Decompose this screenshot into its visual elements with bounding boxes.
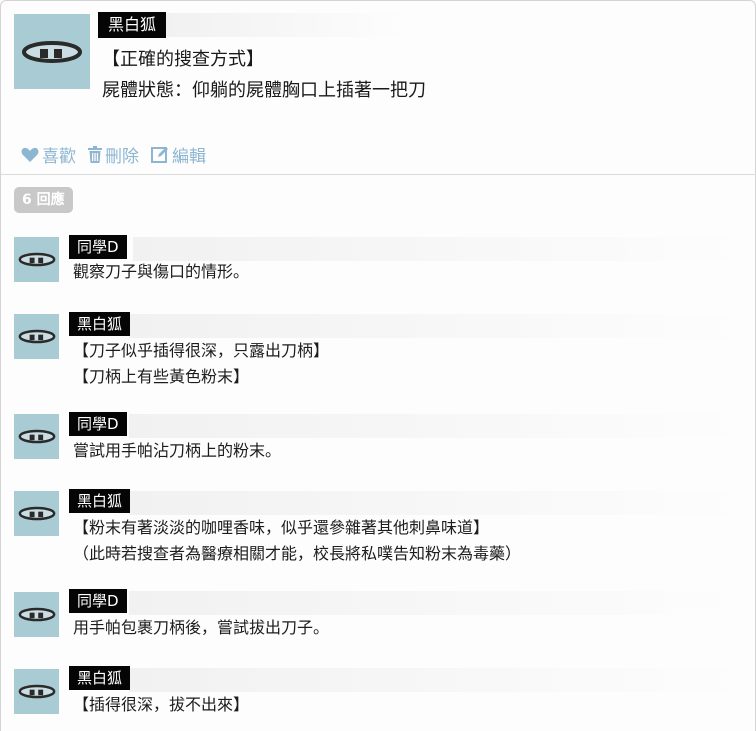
like-label: 喜歡 <box>42 147 76 167</box>
reply-author-name[interactable]: 同學D <box>69 235 127 259</box>
edit-icon <box>151 147 168 163</box>
reply-author-fade <box>133 237 747 261</box>
eye-face-icon <box>18 252 55 267</box>
like-button[interactable]: 喜歡 <box>21 142 76 167</box>
reply-author-fade <box>129 668 747 692</box>
reply-line: 嘗試用手帕沾刀柄上的粉末。 <box>73 441 282 460</box>
reply-author-name[interactable]: 黑白狐 <box>69 312 131 336</box>
post-author-fade <box>166 13 406 37</box>
reply-line: 【刀子似乎插得很深，只露出刀柄】 <box>73 341 330 360</box>
reply-line: 觀察刀子與傷口的情形。 <box>73 262 250 281</box>
reply-author-name[interactable]: 黑白狐 <box>69 666 131 690</box>
eye-face-icon <box>18 607 55 622</box>
reply-author-name[interactable]: 黑白狐 <box>69 489 131 513</box>
reply-author-name[interactable]: 同學D <box>69 589 127 613</box>
post-author-name[interactable]: 黑白狐 <box>98 12 167 38</box>
trash-icon <box>88 146 102 163</box>
divider <box>1 174 756 175</box>
heart-icon <box>21 147 39 162</box>
edit-label: 編輯 <box>172 147 206 167</box>
post-line-1: 【正確的搜查方式】 <box>102 49 264 70</box>
post-avatar[interactable] <box>14 14 90 89</box>
reply-line: （此時若搜查者為醫療相關才能，校長將私噗告知粉末為毒藥） <box>73 544 522 563</box>
delete-label: 刪除 <box>105 147 139 167</box>
reply-line: 用手帕包裹刀柄後，嘗試拔出刀子。 <box>73 618 330 637</box>
post-line-2: 屍體狀態：仰躺的屍體胸口上插著一把刀 <box>102 80 426 101</box>
eye-face-icon <box>18 684 55 699</box>
eye-face-icon <box>18 329 55 344</box>
reply-line: 【粉末有著淡淡的咖哩香味，似乎還參雜著其他刺鼻味道】 <box>73 518 490 537</box>
reply-author-fade <box>129 491 747 515</box>
delete-button[interactable]: 刪除 <box>88 142 139 167</box>
reply-author-fade <box>129 591 747 615</box>
post-actions: 喜歡 刪除 編輯 <box>21 142 206 167</box>
reply-author-fade <box>129 414 747 438</box>
reply-line: 【插得很深，拔不出來】 <box>73 695 250 714</box>
reply-author-fade <box>129 314 747 338</box>
reply-avatar[interactable] <box>14 491 59 536</box>
reply-avatar[interactable] <box>14 669 59 714</box>
reply-author-name[interactable]: 同學D <box>69 412 127 436</box>
eye-face-icon <box>22 40 82 63</box>
reply-avatar[interactable] <box>14 237 59 282</box>
replies-count-badge: 6 回應 <box>14 187 73 213</box>
reply-avatar[interactable] <box>14 414 59 459</box>
reply-avatar[interactable] <box>14 314 59 359</box>
plurk-card: 黑白狐 【正確的搜查方式】 屍體狀態：仰躺的屍體胸口上插著一把刀 喜歡 刪除 編… <box>0 0 756 731</box>
eye-face-icon <box>18 429 55 444</box>
eye-face-icon <box>18 506 55 521</box>
reply-avatar[interactable] <box>14 592 59 637</box>
edit-button[interactable]: 編輯 <box>151 142 206 167</box>
reply-line: 【刀柄上有些黃色粉末】 <box>73 367 250 386</box>
